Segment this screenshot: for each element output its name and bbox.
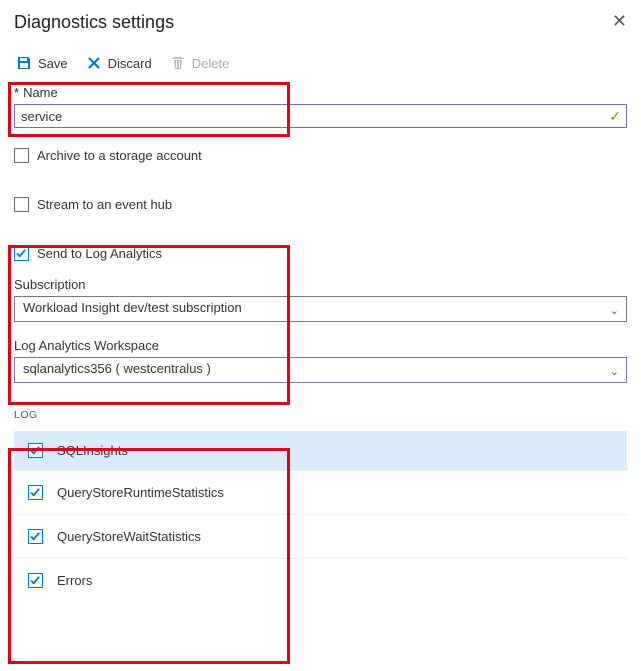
archive-label: Archive to a storage account [37,148,202,163]
discard-button[interactable]: Discard [86,55,152,71]
loganalytics-checkbox[interactable] [14,246,29,261]
delete-button: Delete [170,55,230,71]
save-button[interactable]: Save [16,55,68,71]
log-name: Errors [57,573,92,588]
delete-label: Delete [192,56,230,71]
workspace-select[interactable]: sqlanalytics356 ( westcentralus ) [14,357,627,383]
log-item[interactable]: SQLInsights [14,431,627,470]
log-name: QueryStoreWaitStatistics [57,529,201,544]
trash-icon [170,55,186,71]
page-title: Diagnostics settings [14,12,174,33]
stream-checkbox[interactable] [14,197,29,212]
close-icon[interactable]: ✕ [612,12,627,30]
log-item[interactable]: Errors [14,558,627,602]
required-star: * [14,85,19,100]
log-item[interactable]: QueryStoreRuntimeStatistics [14,470,627,514]
name-label: *Name [14,85,627,100]
log-section-title: LOG [14,409,627,421]
check-icon: ✓ [609,108,621,125]
stream-label: Stream to an event hub [37,197,172,212]
log-list: SQLInsights QueryStoreRuntimeStatistics … [14,431,627,602]
workspace-value: sqlanalytics356 ( westcentralus ) [23,361,211,376]
toolbar: Save Discard Delete [14,55,627,71]
discard-icon [86,55,102,71]
log-name: QueryStoreRuntimeStatistics [57,485,224,500]
name-input[interactable] [14,104,627,128]
log-checkbox[interactable] [28,443,43,458]
subscription-label: Subscription [14,277,627,292]
log-checkbox[interactable] [28,529,43,544]
log-item[interactable]: QueryStoreWaitStatistics [14,514,627,558]
save-icon [16,55,32,71]
save-label: Save [38,56,68,71]
workspace-label: Log Analytics Workspace [14,338,627,353]
log-checkbox[interactable] [28,485,43,500]
archive-checkbox[interactable] [14,148,29,163]
log-checkbox[interactable] [28,573,43,588]
subscription-select[interactable]: Workload Insight dev/test subscription [14,296,627,322]
subscription-value: Workload Insight dev/test subscription [23,300,242,315]
discard-label: Discard [108,56,152,71]
loganalytics-label: Send to Log Analytics [37,246,162,261]
log-name: SQLInsights [57,443,128,458]
